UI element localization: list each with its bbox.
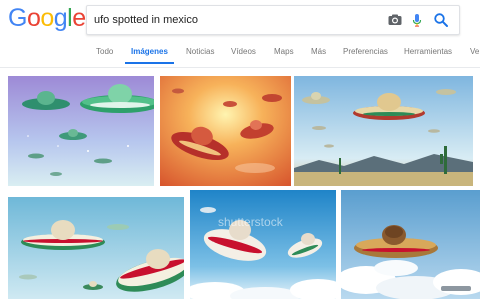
search-input[interactable] bbox=[94, 11, 374, 29]
tab-videos[interactable]: Vídeos bbox=[231, 40, 256, 64]
logo-letter-e: e bbox=[72, 4, 86, 32]
image-result-5[interactable]: shutterstock bbox=[190, 190, 336, 299]
logo-letter-o1: o bbox=[26, 4, 41, 32]
image-result-2[interactable] bbox=[160, 76, 291, 186]
tab-todo[interactable]: Todo bbox=[96, 40, 113, 64]
tab-maps[interactable]: Maps bbox=[274, 40, 294, 64]
tab-ver[interactable]: Ve bbox=[470, 40, 479, 64]
tab-imagenes[interactable]: Imágenes bbox=[125, 40, 174, 64]
image-result-6[interactable] bbox=[341, 190, 480, 299]
header-divider bbox=[0, 67, 480, 68]
tab-herramientas[interactable]: Herramientas bbox=[404, 40, 452, 64]
image-result-3[interactable] bbox=[294, 76, 473, 186]
header: Google ufo spotted in mexico Todo Imágen… bbox=[0, 0, 480, 70]
google-logo[interactable]: Google bbox=[8, 4, 86, 33]
search-box bbox=[86, 5, 460, 35]
search-icon[interactable] bbox=[433, 12, 449, 28]
logo-letter-o2: o bbox=[40, 4, 54, 32]
tab-noticias[interactable]: Noticias bbox=[186, 40, 214, 64]
image-result-1[interactable] bbox=[8, 76, 154, 186]
shutterstock-watermark: shutterstock bbox=[218, 215, 284, 229]
tab-mas[interactable]: Más bbox=[311, 40, 326, 64]
logo-letter-g: G bbox=[8, 4, 27, 32]
logo-letter-g2: g bbox=[53, 4, 68, 32]
search-tabs: Todo Imágenes Noticias Vídeos Maps Más P… bbox=[0, 40, 480, 66]
microphone-icon[interactable] bbox=[409, 12, 425, 28]
tab-preferencias[interactable]: Preferencias bbox=[343, 40, 388, 64]
camera-icon[interactable] bbox=[387, 12, 403, 28]
image-result-4[interactable] bbox=[8, 197, 184, 299]
